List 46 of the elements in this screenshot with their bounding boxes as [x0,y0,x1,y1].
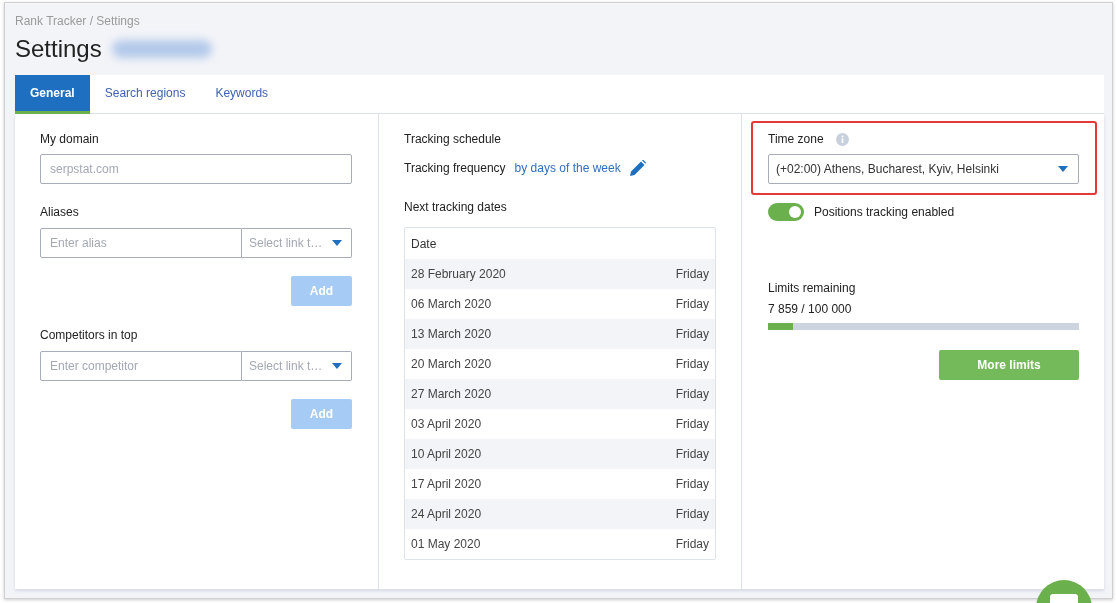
table-cell-text: 06 March 2020 [411,296,492,313]
toggle-switch[interactable] [768,203,804,221]
section-title: Next tracking dates [404,199,508,215]
tab[interactable]: General [15,75,90,114]
table-cell-text: Friday [675,416,709,433]
field-label: Aliases [40,204,80,220]
tab[interactable]: Keywords [200,75,284,114]
table-cell-text: 24 April 2020 [411,506,482,523]
table-cell-text: Friday [675,446,709,463]
table-cell-text: 10 April 2020 [411,446,482,463]
pencil-icon[interactable] [629,160,646,176]
breadcrumb: Rank Tracker / Settings [15,13,141,29]
time-zone-select[interactable]: (+02:00) Athens, Bucharest, Kyiv, Helsinki [768,154,1079,184]
table-cell-text: 28 February 2020 [411,266,506,283]
table-cell-text: 01 May 2020 [411,536,481,553]
section-title: Tracking schedule [404,131,502,147]
info-icon[interactable] [835,132,849,146]
table-cell-text: Friday [675,326,709,343]
frequency-label: Tracking frequency [404,160,506,176]
table-cell-text: Friday [675,266,709,283]
frequency-link[interactable]: by days of the week [514,160,621,176]
limits-title: Limits remaining [768,280,857,296]
table-cell-text: Friday [675,506,709,523]
caret-icon [1058,166,1068,172]
table-cell-text: 17 April 2020 [411,476,482,493]
table-cell-text: 03 April 2020 [411,416,482,433]
domain-input[interactable]: serpstat.com [40,154,352,184]
table-cell-text: 27 March 2020 [411,386,492,403]
page-title: Settings [15,34,102,64]
caret-icon [332,240,342,246]
chat-button[interactable] [1036,580,1092,603]
toggle-label: Positions tracking enabled [814,204,955,221]
table-cell-text: Friday [675,536,709,553]
table-cell-text: Friday [675,296,709,313]
tab[interactable]: Search regions [89,75,201,114]
field-label: Time zone [768,131,824,147]
field-label: My domain [40,131,100,147]
limits-reading: 7 859 / 100 000 [768,301,853,317]
table-cell-text: 13 March 2020 [411,326,492,343]
field-label: Competitors in top [40,327,139,343]
column-header: Date [411,235,437,253]
table-cell-text: Friday [675,386,709,403]
caret-icon [332,363,342,369]
table-cell-text: 20 March 2020 [411,356,492,373]
table-cell-text: Friday [675,476,709,493]
table-cell-text: Friday [675,356,709,373]
